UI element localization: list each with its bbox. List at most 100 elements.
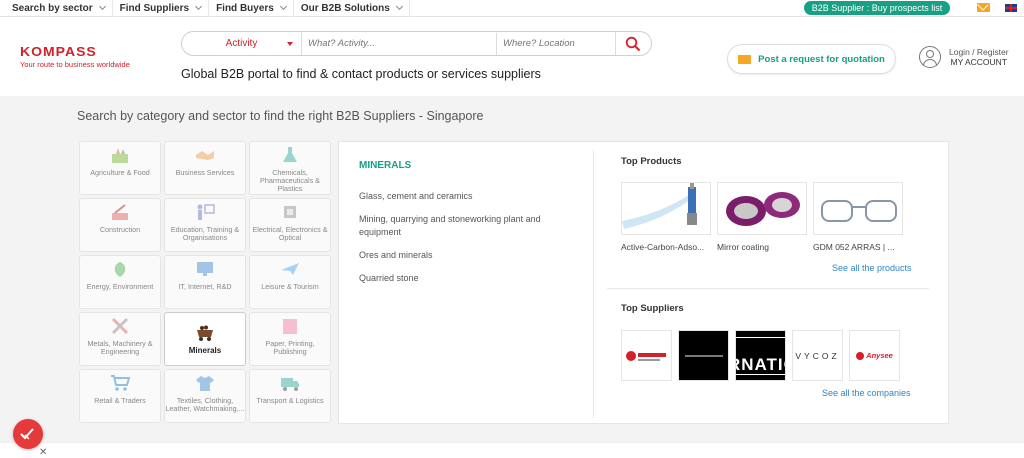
nav-find-suppliers[interactable]: Find Suppliers (113, 0, 210, 17)
post-rfq-button[interactable]: Post a request for quotation (727, 44, 896, 74)
product-card[interactable]: Active-Carbon-Adso... (621, 182, 711, 252)
close-icon[interactable]: ✕ (39, 447, 47, 458)
search-icon (625, 36, 640, 51)
category-tile-retail-traders[interactable]: Retail & Traders (79, 369, 161, 423)
supplier-logo[interactable]: VYCOZ (792, 330, 843, 381)
leaf-icon (109, 260, 131, 283)
category-tile-metals-machinery-engineering[interactable]: Metals, Machinery & Engineering (79, 312, 161, 366)
nav-search-by-sector[interactable]: Search by sector (0, 0, 113, 17)
mine-cart-icon (194, 324, 216, 347)
construction-icon (109, 203, 131, 226)
agriculture-icon (109, 146, 131, 169)
category-label: Minerals (188, 345, 222, 355)
top-products-title: Top Products (621, 156, 682, 167)
caret-down-icon (287, 42, 293, 46)
product-image (717, 182, 807, 235)
see-all-products-link[interactable]: See all the products (832, 263, 912, 273)
paper-icon (279, 317, 301, 340)
category-tile-textiles-clothing-leather-watchmaking[interactable]: Textiles, Clothing, Leather, Watchmaking… (164, 369, 246, 423)
category-label: Transport & Logistics (256, 396, 324, 405)
category-tile-agriculture-food[interactable]: Agriculture & Food (79, 141, 161, 195)
category-label: Paper, Printing, Publishing (265, 339, 315, 356)
footer-strip (0, 442, 1024, 458)
handshake-icon (194, 146, 216, 169)
envelope-icon (738, 54, 752, 64)
category-label: Retail & Traders (94, 396, 146, 405)
top-suppliers-title: Top Suppliers (621, 303, 684, 314)
chevron-down-icon (279, 2, 287, 11)
mail-icon[interactable] (977, 3, 990, 12)
product-card[interactable]: Mirror coating (717, 182, 807, 252)
category-tile-electrical-electronics-optical[interactable]: Electrical, Electronics & Optical (249, 198, 331, 252)
feedback-button[interactable] (13, 419, 43, 449)
nav-find-buyers[interactable]: Find Buyers (209, 0, 294, 17)
subcategory-list: Glass, cement and ceramics Mining, quarry… (359, 190, 569, 295)
check-icon (20, 428, 34, 440)
uk-flag-icon[interactable] (1005, 4, 1017, 12)
tools-icon (109, 317, 131, 340)
category-tile-minerals[interactable]: Minerals (164, 312, 246, 366)
search-bar: Activity (181, 31, 652, 56)
subcategory-link[interactable]: Quarried stone (359, 272, 569, 285)
top-navigation-bar: Search by sector Find Suppliers Find Buy… (0, 0, 1024, 17)
truck-icon (279, 374, 301, 397)
product-card[interactable]: GDM 052 ARRAS | ... (813, 182, 903, 252)
search-type-select[interactable]: Activity (182, 32, 302, 55)
category-tile-it-internet-r-d[interactable]: IT, Internet, R&D (164, 255, 246, 309)
nav-b2b-solutions[interactable]: Our B2B Solutions (294, 0, 410, 17)
header: KOMPASS Your route to business worldwide… (0, 17, 1024, 95)
product-image (813, 182, 903, 235)
category-label: Education, Training & Organisations (170, 225, 240, 242)
plane-icon (279, 260, 301, 283)
chip-icon (279, 203, 301, 226)
account-link[interactable]: Login / Register MY ACCOUNT (919, 46, 1009, 68)
category-tile-business-services[interactable]: Business Services (164, 141, 246, 195)
where-input[interactable] (497, 32, 615, 55)
category-label: Agriculture & Food (90, 168, 150, 177)
category-label: Leisure & Tourism (261, 282, 319, 291)
main-content: Search by category and sector to find th… (0, 96, 1024, 442)
supplier-logo[interactable] (621, 330, 672, 381)
category-label: Energy, Environment (86, 282, 154, 291)
panel-title: MINERALS (359, 160, 412, 171)
product-image (621, 182, 711, 235)
category-label: Electrical, Electronics & Optical (252, 225, 328, 242)
subcategory-link[interactable]: Ores and minerals (359, 249, 569, 262)
category-tile-construction[interactable]: Construction (79, 198, 161, 252)
subcategory-link[interactable]: Mining, quarrying and stoneworking plant… (359, 213, 569, 239)
chevron-down-icon (395, 2, 403, 11)
monitor-icon (194, 260, 216, 283)
chevron-down-icon (195, 2, 203, 11)
category-tile-transport-logistics[interactable]: Transport & Logistics (249, 369, 331, 423)
category-label: Chemicals, Pharmaceuticals & Plastics (260, 168, 320, 193)
supplier-logo[interactable]: JCS INTERNATIONAL (735, 330, 786, 381)
see-all-companies-link[interactable]: See all the companies (822, 388, 911, 398)
cart-icon (109, 374, 131, 397)
portal-tagline: Global B2B portal to find & contact prod… (181, 67, 541, 81)
supplier-logo[interactable] (678, 330, 729, 381)
subcategory-link[interactable]: Glass, cement and ceramics (359, 190, 569, 203)
category-label: Construction (99, 225, 141, 234)
category-tile-paper-printing-publishing[interactable]: Paper, Printing, Publishing (249, 312, 331, 366)
page-heading: Search by category and sector to find th… (77, 109, 484, 123)
chevron-down-icon (98, 2, 106, 11)
divider (607, 288, 929, 289)
shirt-icon (194, 374, 216, 397)
divider (593, 150, 594, 418)
b2b-prospects-button[interactable]: B2B Supplier : Buy prospects list (804, 1, 950, 15)
category-label: Textiles, Clothing, Leather, Watchmaking… (165, 396, 245, 413)
category-label: Metals, Machinery & Engineering (87, 339, 153, 356)
flask-icon (279, 146, 301, 169)
supplier-logo[interactable]: Anysee (849, 330, 900, 381)
category-tile-energy-environment[interactable]: Energy, Environment (79, 255, 161, 309)
what-input[interactable] (302, 32, 497, 55)
category-tile-education-training-organisations[interactable]: Education, Training & Organisations (164, 198, 246, 252)
kompass-logo[interactable]: KOMPASS Your route to business worldwide (20, 43, 130, 69)
category-grid: Agriculture & Food Business Services Chemi… (79, 141, 331, 423)
teacher-icon (194, 203, 216, 226)
category-tile-chemicals-pharmaceuticals-plastics[interactable]: Chemicals, Pharmaceuticals & Plastics (249, 141, 331, 195)
category-detail-panel: MINERALS Glass, cement and ceramics Minin… (338, 141, 949, 424)
category-tile-leisure-tourism[interactable]: Leisure & Tourism (249, 255, 331, 309)
search-button[interactable] (615, 32, 649, 55)
category-label: IT, Internet, R&D (178, 282, 232, 291)
